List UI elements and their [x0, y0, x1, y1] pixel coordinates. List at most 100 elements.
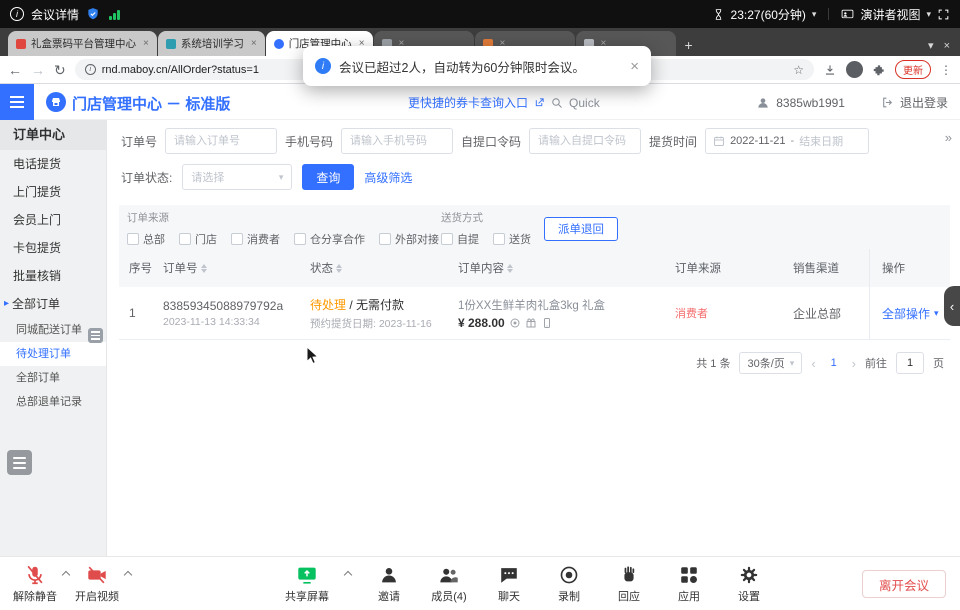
reactions-button[interactable]: 回应	[604, 564, 654, 604]
checkbox-delivery[interactable]: 送货	[493, 231, 531, 247]
main-content: 订单号 手机号码 自提口令码 提货时间 2022-11-21 - 结束日期 »	[107, 120, 960, 556]
browser-update-chip[interactable]: 更新	[895, 60, 931, 79]
browser-profile-avatar[interactable]	[846, 61, 863, 78]
advanced-filter-link[interactable]: 高级筛选	[364, 169, 412, 186]
side-panel-handle[interactable]: ‹	[944, 286, 960, 326]
sidebar-item-cardpack-pickup[interactable]: 卡包提货	[0, 234, 106, 262]
search-button[interactable]: 查询	[302, 164, 354, 190]
collapse-filters-icon[interactable]: »	[945, 130, 952, 145]
sidebar-item-pending-orders[interactable]: 待处理订单	[0, 342, 106, 366]
next-page-button[interactable]: ›	[852, 356, 856, 371]
col-content[interactable]: 订单内容	[458, 260, 675, 276]
toast-close-icon[interactable]: ×	[630, 58, 639, 75]
meeting-topbar: i 会议详情 23:27(60分钟) ▾ 演讲者视图 ▾	[0, 0, 960, 28]
new-tab-button[interactable]: +	[677, 37, 701, 56]
goto-page-input[interactable]	[896, 352, 924, 374]
browser-tab-1[interactable]: 礼盒票码平台管理中心 ×	[8, 31, 157, 56]
apps-button[interactable]: 应用	[664, 564, 714, 604]
sort-icon[interactable]	[336, 264, 342, 273]
pickup-date-range[interactable]: 2022-11-21 - 结束日期	[705, 128, 869, 154]
reactions-label: 回应	[618, 588, 640, 604]
order-status-select[interactable]: 请选择 ▾	[182, 164, 292, 190]
checkbox-external[interactable]: 外部对接	[379, 231, 439, 247]
current-page[interactable]: 1	[825, 357, 843, 369]
site-info-icon[interactable]: i	[85, 64, 96, 75]
order-no-input[interactable]	[165, 128, 277, 154]
checkbox-hq[interactable]: 总部	[127, 231, 165, 247]
forward-icon[interactable]: →	[31, 63, 45, 77]
invite-button[interactable]: 邀请	[364, 564, 414, 604]
sidebar-item-member-visit[interactable]: 会员上门	[0, 206, 106, 234]
checkbox-box	[379, 233, 391, 245]
sidebar-drag-handle-icon[interactable]	[88, 328, 103, 343]
col-order-no[interactable]: 订单号	[163, 260, 310, 276]
back-icon[interactable]: ←	[8, 63, 22, 77]
cell-pickup-date: 预约提货日期: 2023-11-16	[310, 316, 432, 331]
checkbox-self-pickup[interactable]: 自提	[441, 231, 479, 247]
browser-menu-dots-icon[interactable]: ⋮	[940, 63, 952, 77]
settings-button[interactable]: 设置	[724, 564, 774, 604]
cell-source: 消费者	[675, 305, 793, 321]
coupon-query-link[interactable]: 更快捷的券卡查询入口	[408, 94, 528, 111]
checkbox-label: 外部对接	[395, 231, 439, 247]
all-actions-dropdown[interactable]: 全部操作	[882, 305, 930, 322]
sidebar-item-hq-return-records[interactable]: 总部退单记录	[0, 390, 106, 414]
video-options-caret-icon[interactable]	[122, 564, 134, 578]
start-video-button[interactable]: 开启视频	[72, 564, 122, 604]
tab-close-icon[interactable]: ×	[143, 38, 149, 49]
window-close-icon[interactable]: ×	[944, 40, 950, 52]
refresh-icon[interactable]: ↻	[54, 63, 66, 77]
browser-tab-2[interactable]: 系统培训学习 ×	[158, 31, 265, 56]
col-source: 订单来源	[675, 260, 793, 276]
sidebar-item-all-orders[interactable]: 全部订单	[0, 366, 106, 390]
sidebar-item-door-pickup[interactable]: 上门提货	[0, 178, 106, 206]
meeting-info-icon[interactable]: i	[10, 7, 24, 21]
logout-button[interactable]: 退出登录	[900, 94, 948, 111]
view-mode-label[interactable]: 演讲者视图	[860, 6, 920, 23]
annotation-toolbar-icon[interactable]	[7, 450, 32, 475]
sort-icon[interactable]	[201, 264, 207, 273]
leave-meeting-button[interactable]: 离开会议	[862, 570, 946, 598]
unmute-label: 解除静音	[13, 588, 57, 604]
sidebar-item-phone-pickup[interactable]: 电话提货	[0, 150, 106, 178]
view-caret-icon[interactable]: ▾	[926, 9, 931, 20]
checkbox-consumer[interactable]: 消费者	[231, 231, 280, 247]
sort-icon[interactable]	[507, 264, 513, 273]
record-button[interactable]: 录制	[544, 564, 594, 604]
sidebar-item-batch-verify[interactable]: 批量核销	[0, 262, 106, 290]
badge-icon	[509, 317, 521, 329]
phone-input[interactable]	[341, 128, 453, 154]
username[interactable]: 8385wb1991	[776, 96, 845, 110]
download-icon[interactable]	[823, 63, 837, 77]
meeting-details-label[interactable]: 会议详情	[31, 6, 79, 23]
extensions-puzzle-icon[interactable]	[872, 63, 886, 77]
quick-search-label[interactable]: Quick	[569, 96, 600, 110]
menu-toggle-button[interactable]	[0, 84, 34, 120]
unmute-button[interactable]: 解除静音	[10, 564, 60, 604]
mic-options-caret-icon[interactable]	[60, 564, 72, 578]
date-start-value: 2022-11-21	[730, 135, 785, 147]
table-row[interactable]: 1 83859345088979792a 2023-11-13 14:33:34…	[119, 287, 950, 340]
share-screen-button[interactable]: 共享屏幕	[282, 564, 332, 604]
members-button[interactable]: 成员(4)	[424, 564, 474, 604]
prev-page-button[interactable]: ‹	[811, 356, 815, 371]
tab-close-icon[interactable]: ×	[251, 38, 257, 49]
start-video-label: 开启视频	[75, 588, 119, 604]
checkbox-warehouse-share[interactable]: 仓分享合作	[294, 231, 365, 247]
chat-button[interactable]: 聊天	[484, 564, 534, 604]
share-options-caret-icon[interactable]	[342, 564, 354, 578]
dispatch-return-button[interactable]: 派单退回	[544, 217, 618, 241]
bookmark-star-icon[interactable]: ☆	[793, 63, 804, 77]
sidebar-group-all-orders[interactable]: ▸ 全部订单	[0, 290, 106, 318]
page-size-select[interactable]: 30条/页 ▾	[739, 352, 802, 374]
col-label: 状态	[310, 260, 333, 276]
app-logo	[46, 92, 66, 112]
pickup-code-input[interactable]	[529, 128, 641, 154]
timer-caret-icon[interactable]: ▾	[812, 9, 817, 20]
meeting-timer[interactable]: 23:27(60分钟)	[731, 6, 806, 23]
checkbox-label: 消费者	[247, 231, 280, 247]
fullscreen-icon[interactable]	[937, 8, 950, 21]
checkbox-store[interactable]: 门店	[179, 231, 217, 247]
tab-search-caret-icon[interactable]: ▾	[928, 39, 934, 52]
col-status[interactable]: 状态	[310, 260, 458, 276]
